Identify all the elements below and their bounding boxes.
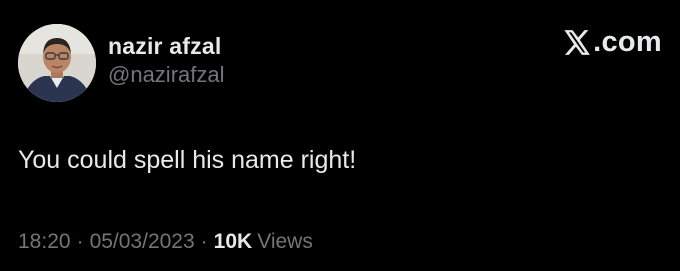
tweet-card: nazir afzal @nazirafzal .com You could s… [0,0,680,271]
brand-text: .com [593,26,662,58]
brand-label: .com [564,28,662,57]
x-logo-icon [564,30,590,55]
avatar[interactable] [18,24,96,102]
meta-separator: · [200,230,208,253]
tweet-date[interactable]: 05/03/2023 [90,230,195,254]
views-count[interactable]: 10K [214,230,253,254]
tweet-time[interactable]: 18:20 [18,230,71,254]
avatar-photo [18,24,96,102]
views-label: Views [257,230,313,253]
tweet-text: You could spell his name right! [18,146,357,174]
author-display-name[interactable]: nazir afzal [108,33,221,60]
author-handle[interactable]: @nazirafzal [108,62,225,88]
tweet-meta: 18:20 · 05/03/2023 · 10K Views [18,230,313,254]
meta-separator: · [76,230,84,253]
